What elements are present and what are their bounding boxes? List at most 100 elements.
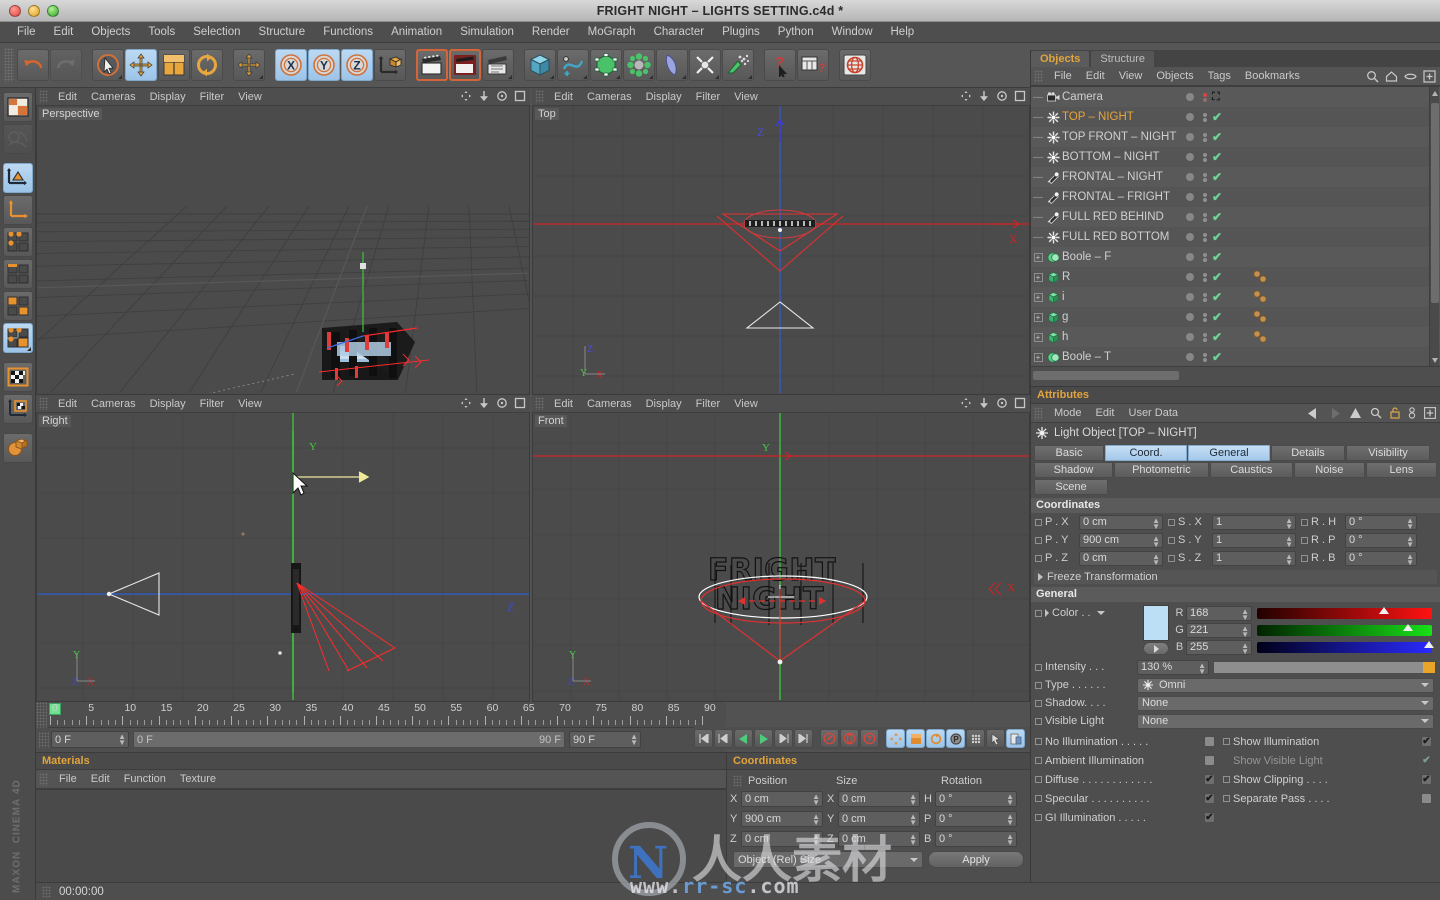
spline-pen-button[interactable] — [557, 49, 589, 81]
search-icon[interactable] — [1366, 70, 1379, 83]
timeline-area[interactable]: 0 5 10 15 20 25 30 35 40 45 50 55 60 65 70 75 80 85 90 0 F… — [36, 702, 726, 752]
materials-menubar[interactable]: File Edit Function Texture — [36, 770, 726, 789]
spinner[interactable]: ▲ ▼ — [1152, 534, 1160, 548]
materials-menu-function[interactable]: Function — [117, 770, 173, 789]
shadow-row[interactable]: Shadow. . . . None — [1031, 694, 1440, 712]
scroll-down-arrow-icon[interactable] — [1431, 356, 1439, 364]
object-visibility-dots[interactable]: ✔ — [1186, 267, 1222, 287]
undo-button[interactable] — [17, 49, 49, 81]
render-visibility-dots[interactable] — [1203, 292, 1207, 302]
object-row[interactable]: — FULL RED BEHIND ✔ — [1031, 207, 1440, 227]
viewport-top[interactable]: Edit Cameras Display Filter View Top Z X… — [532, 88, 1030, 395]
object-visibility-dots[interactable]: ✔ — [1186, 327, 1222, 347]
viewport-right-canvas[interactable]: Right Y Z Y Z X — [36, 413, 530, 702]
keyframe-selection-button[interactable]: ? — [860, 729, 879, 748]
timeline-controls-grip[interactable] — [38, 731, 49, 748]
edge-mode-button[interactable] — [2, 259, 33, 289]
viewport-menu-display[interactable]: Display — [143, 395, 193, 413]
visibility-check-icon[interactable]: ✔ — [1212, 210, 1222, 224]
attr-tab-noise[interactable]: Noise — [1293, 462, 1365, 478]
visibility-check-icon[interactable]: ✔ — [1212, 230, 1222, 244]
scrollbar-thumb[interactable] — [1431, 103, 1439, 303]
spinner[interactable]: ▲ ▼ — [812, 832, 820, 846]
model-axis-mode-button[interactable] — [2, 195, 33, 225]
render-view-button[interactable] — [416, 49, 448, 81]
menu-simulation[interactable]: Simulation — [451, 22, 523, 43]
object-manager-grip[interactable] — [1034, 69, 1043, 83]
max-frame-field[interactable]: 90 F ▲ ▼ — [569, 731, 641, 748]
param-toggle[interactable] — [1301, 554, 1308, 562]
left-tool-palette[interactable]: MAXON CINEMA 4D — [0, 88, 36, 900]
rotate-view-icon[interactable] — [496, 90, 508, 102]
param-toggle[interactable] — [1168, 536, 1175, 544]
objmgr-menu-bookmarks[interactable]: Bookmarks — [1238, 67, 1307, 86]
menu-file[interactable]: File — [8, 22, 45, 43]
polygon-mode-button[interactable] — [2, 291, 33, 321]
forward-arrow-icon[interactable] — [1328, 407, 1341, 419]
visibility-check-icon[interactable]: ✔ — [1212, 330, 1222, 344]
light-button[interactable] — [689, 49, 721, 81]
bend-deformer-button[interactable] — [656, 49, 688, 81]
spinner[interactable]: ▲ ▼ — [1006, 812, 1014, 826]
freeze-transformation-row[interactable]: Freeze Transformation — [1034, 570, 1437, 584]
param-toggle[interactable] — [1035, 757, 1042, 764]
menu-window[interactable]: Window — [823, 22, 882, 43]
attr-position-field[interactable]: 0 cm ▲ ▼ — [1079, 514, 1163, 530]
object-manager-list[interactable]: — Camera ⛶ — TOP – NIGHT ✔ — TOP FRONT – NIGHT ✔… — [1031, 86, 1440, 366]
y-axis-lock-button[interactable]: Y — [308, 49, 340, 81]
expand-triangle-icon[interactable] — [1038, 573, 1043, 581]
visibility-check-icon[interactable]: ✔ — [1212, 290, 1222, 304]
spinner[interactable]: ▲ ▼ — [1406, 534, 1414, 548]
workplane-button[interactable] — [2, 433, 33, 463]
object-visibility-dots[interactable]: ✔ — [1186, 147, 1222, 167]
channel-r-field[interactable]: 168 ▲ ▼ — [1186, 605, 1252, 621]
visible-light-param-toggle[interactable] — [1035, 717, 1042, 725]
spinner[interactable]: ▲ ▼ — [909, 792, 917, 806]
maximize-viewport-icon[interactable] — [514, 90, 526, 102]
object-mode-button[interactable] — [2, 163, 33, 193]
materials-menu-texture[interactable]: Texture — [173, 770, 223, 789]
editor-visibility-dot[interactable] — [1186, 153, 1194, 161]
transport-controls[interactable]: ? P — [694, 727, 1030, 750]
render-region-button[interactable] — [449, 49, 481, 81]
viewport-menu-filter[interactable]: Filter — [689, 395, 727, 413]
attributes-menubar[interactable]: Mode Edit User Data — [1031, 404, 1440, 423]
pan-view-icon[interactable] — [960, 397, 972, 409]
menu-help[interactable]: Help — [882, 22, 924, 43]
render-visibility-dots[interactable] — [1203, 352, 1207, 362]
tab-structure[interactable]: Structure — [1091, 51, 1154, 67]
param-toggle[interactable] — [1035, 518, 1042, 526]
viewport-grip[interactable] — [39, 90, 48, 103]
go-to-end-button[interactable] — [794, 729, 813, 748]
editor-visibility-dot[interactable] — [1186, 233, 1194, 241]
materials-list[interactable] — [36, 789, 726, 882]
object-row[interactable]: — BOTTOM – NIGHT ✔ — [1031, 147, 1440, 167]
attr-tab-shadow[interactable]: Shadow — [1034, 462, 1114, 478]
move-tool-button[interactable] — [125, 49, 157, 81]
hscrollbar-thumb[interactable] — [1033, 371, 1179, 380]
visibility-check-icon[interactable]: ✔ — [1212, 110, 1222, 124]
viewport-menu-display[interactable]: Display — [639, 88, 689, 106]
editor-visibility-dot[interactable] — [1186, 173, 1194, 181]
attr-menu-mode[interactable]: Mode — [1047, 404, 1089, 423]
attr-rotation-field[interactable]: 0 ° ▲ ▼ — [1345, 550, 1417, 566]
axis-move-button[interactable] — [233, 49, 265, 81]
checkbox[interactable]: ✔ — [1204, 793, 1215, 804]
render-visibility-dots[interactable] — [1203, 112, 1207, 122]
checkbox[interactable]: ✔ — [1421, 736, 1432, 747]
protection-tag-icon[interactable]: ⛶ — [1212, 91, 1220, 104]
viewport-right-menubar[interactable]: Edit Cameras Display Filter View — [36, 395, 530, 413]
objmgr-menu-tags[interactable]: Tags — [1201, 67, 1238, 86]
color-param-toggle[interactable] — [1035, 609, 1042, 617]
viewport-menu-edit[interactable]: Edit — [51, 395, 84, 413]
timeline-range-bar[interactable]: 0 F 90 F — [133, 731, 565, 748]
viewport-menu-filter[interactable]: Filter — [193, 88, 231, 106]
shadow-param-toggle[interactable] — [1035, 699, 1042, 707]
point-mode-button[interactable] — [2, 227, 33, 257]
coordinates-panel[interactable]: Coordinates Position Size Rotation X0 cm… — [726, 752, 1030, 882]
expand-toggle[interactable]: + — [1031, 272, 1045, 282]
param-toggle[interactable] — [1301, 536, 1308, 544]
object-visibility-dots[interactable]: ⛶ — [1186, 87, 1220, 107]
attr-tab-details[interactable]: Details — [1271, 445, 1345, 461]
render-visibility-dots[interactable] — [1203, 192, 1207, 202]
